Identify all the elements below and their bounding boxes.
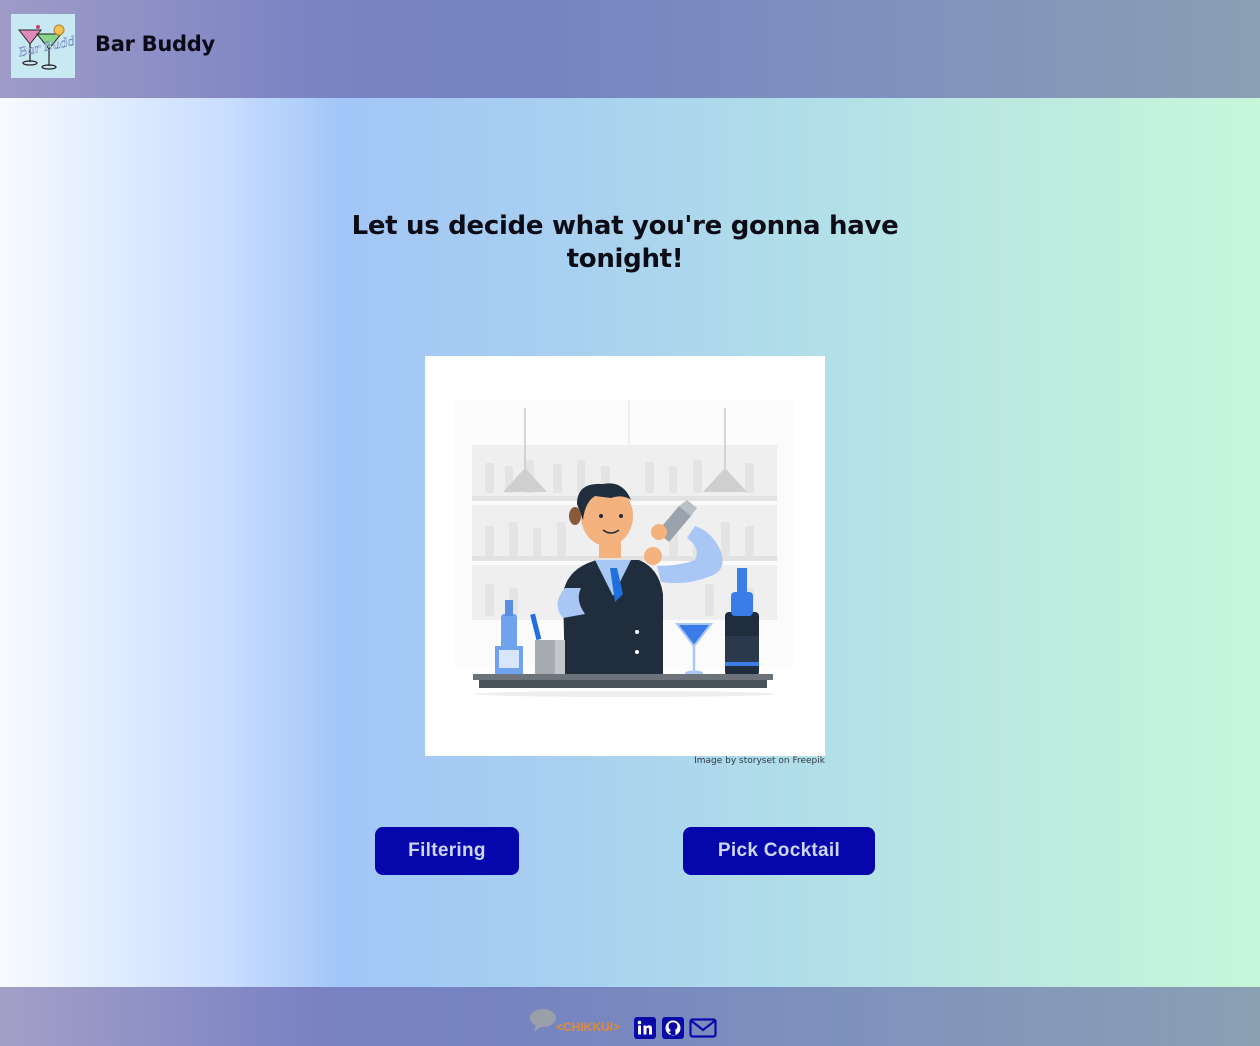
image-credit: Image by storyset on Freepik	[694, 756, 825, 766]
linkedin-link[interactable]	[633, 1016, 657, 1040]
mail-icon	[689, 1018, 717, 1038]
cocktail-glasses-icon: Bar Buddy	[11, 14, 75, 78]
hero-heading: Let us decide what you're gonna have ton…	[351, 211, 899, 274]
footer-brand-text: <CHIKKU/>	[556, 1020, 621, 1034]
chat-bubble-icon	[530, 1009, 556, 1032]
top-navbar: Bar Buddy Bar Buddy	[0, 0, 1260, 98]
github-icon	[662, 1017, 684, 1039]
footer-brand[interactable]: <CHIKKU/>	[528, 1008, 628, 1038]
bar-buddy-logo[interactable]: Bar Buddy	[11, 14, 75, 78]
footer	[0, 987, 1260, 1046]
filtering-button[interactable]: Filtering	[375, 827, 519, 875]
github-link[interactable]	[661, 1016, 685, 1040]
pick-cocktail-button[interactable]: Pick Cocktail	[683, 827, 875, 875]
app-title: Bar Buddy	[95, 32, 215, 56]
email-link[interactable]	[689, 1016, 717, 1040]
linkedin-icon	[634, 1017, 656, 1039]
bartender-illustration	[425, 356, 825, 756]
